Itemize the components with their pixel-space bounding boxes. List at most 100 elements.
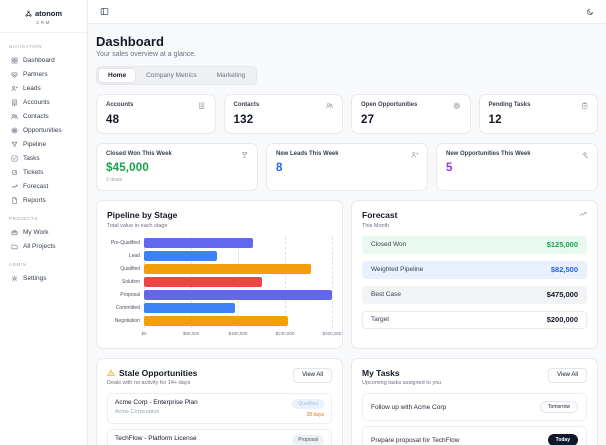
axis-tick-label: $80,000 <box>182 330 200 336</box>
warning-icon <box>107 369 115 377</box>
stat-label: Contacts <box>233 102 260 108</box>
sidebar-item-forecast[interactable]: Forecast <box>9 179 78 193</box>
stats-row: Accounts 48 Contacts 132 Open Opportunities 2… <box>96 94 598 134</box>
sidebar-item-pipeline[interactable]: Pipeline <box>9 137 78 151</box>
stat-card-header: Pending Tasks <box>489 102 589 110</box>
sidebar-item-label: Settings <box>23 274 47 282</box>
sidebar-item-accounts[interactable]: Accounts <box>9 95 78 109</box>
stale-item-title: TechFlow - Platform License <box>115 434 197 442</box>
sidebar-item-dashboard[interactable]: Dashboard <box>9 53 78 67</box>
sidebar-item-partners[interactable]: Partners <box>9 67 78 81</box>
forecast-row-value: $475,000 <box>546 290 578 299</box>
sidebar-section: Navigation Dashboard Partners Leads Accounts… <box>9 44 78 207</box>
sidebar-section: Projects My Work All Projects <box>9 216 78 253</box>
tab-marketing[interactable]: Marketing <box>208 69 255 82</box>
tab-company-metrics[interactable]: Company Metrics <box>137 69 206 82</box>
users-icon <box>11 113 18 120</box>
handshake-icon <box>11 71 18 78</box>
sidebar-item-label: Tasks <box>23 154 40 162</box>
stage-badge: Qualified <box>292 399 324 409</box>
stat-label: Closed Won This Week <box>106 150 172 157</box>
stat-label: Pending Tasks <box>488 102 531 108</box>
week-stats-row: Closed Won This Week $45,000 3 deals New Le… <box>96 142 598 191</box>
chart-bar-row <box>144 315 332 328</box>
sidebar-item-tasks[interactable]: Tasks <box>9 151 78 165</box>
theme-toggle-icon[interactable] <box>584 6 596 18</box>
forecast-title: Forecast <box>362 210 398 220</box>
stale-item-meta: Qualified 28 days <box>292 399 324 418</box>
target-icon <box>11 127 18 134</box>
sidebar-item-leads[interactable]: Leads <box>9 81 78 95</box>
stat-value: 8 <box>276 162 283 174</box>
tasks-view-all-button[interactable]: View All <box>548 367 587 383</box>
logo: atonom CRM <box>0 0 87 33</box>
sidebar-item-all-projects[interactable]: All Projects <box>9 239 78 253</box>
task-item[interactable]: Prepare proposal for TechFlow Today <box>362 426 587 445</box>
stat-label: Open Opportunities <box>361 102 418 108</box>
building-icon <box>11 99 18 106</box>
sidebar-item-contacts[interactable]: Contacts <box>9 109 78 123</box>
trend-up-icon <box>11 183 18 190</box>
ticket-icon <box>11 169 18 176</box>
folder-icon <box>11 243 18 250</box>
axis-tick-label: $160,000 <box>228 330 248 336</box>
grid-icon <box>11 57 18 64</box>
forecast-rows: Closed Won $125,000 Weighted Pipeline $82,5… <box>362 235 587 329</box>
forecast-row-closed-won: Closed Won $125,000 <box>362 235 587 254</box>
forecast-row-label: Target <box>371 316 390 323</box>
stale-item[interactable]: TechFlow - Platform LicenseTechFlow Solu… <box>107 428 332 445</box>
sidebar-item-tickets[interactable]: Tickets <box>9 165 78 179</box>
stat-card-new-opportunities-this-week: New Opportunities This Week 5 <box>436 142 598 191</box>
stale-title: Stale Opportunities <box>119 367 198 378</box>
user-plus-icon <box>11 85 18 92</box>
chart-category-label: Negotiation <box>114 318 140 324</box>
chart-bar-row <box>144 276 332 289</box>
sidebar-item-reports[interactable]: Reports <box>9 193 78 207</box>
forecast-row-value: $82,500 <box>550 265 578 274</box>
app-window: atonom CRM Navigation Dashboard Partners Le… <box>0 0 606 445</box>
stat-label: New Opportunities This Week <box>446 150 531 157</box>
pipeline-bar-lead <box>144 251 218 261</box>
charts-row: Pipeline by Stage Total value in each st… <box>96 200 598 349</box>
stale-item[interactable]: Acme Corp - Enterprise Plan Acme Corporat… <box>107 393 332 424</box>
warning-icon <box>107 369 115 377</box>
user-plus-icon <box>411 151 418 159</box>
sidebar-item-opportunities[interactable]: Opportunities <box>9 123 78 137</box>
stat-card-open-opportunities: Open Opportunities 27 <box>351 94 471 134</box>
stat-card-new-leads-this-week: New Leads This Week 8 <box>266 142 428 191</box>
stat-value: 12 <box>488 113 502 126</box>
sidebar-item-settings[interactable]: Settings <box>9 271 78 285</box>
stat-card-accounts: Accounts 48 <box>96 94 216 134</box>
task-due-badge: Tomorrow <box>540 401 578 413</box>
main-area: Dashboard Your sales overview at a glanc… <box>88 0 606 445</box>
stat-subtext: 3 deals <box>106 177 123 183</box>
sidebar-item-my-work[interactable]: My Work <box>9 225 78 239</box>
topbar <box>88 0 606 24</box>
pipeline-bar-solution <box>144 277 262 287</box>
stale-item-company: Acme Corporation <box>115 409 160 415</box>
nodes-icon <box>25 10 32 17</box>
chart-category-labels: Pre-Qualified Lead Qualified Solution Propos… <box>107 237 144 328</box>
file-icon <box>11 196 18 204</box>
chart-category-label: Committed <box>115 305 140 311</box>
logo-name: atonom <box>34 9 63 18</box>
chart-category-label: Proposal <box>120 292 140 298</box>
sidebar-toggle-icon[interactable] <box>98 5 111 18</box>
stale-view-all-button[interactable]: View All <box>293 367 332 383</box>
tab-home[interactable]: Home <box>99 69 136 82</box>
pipeline-title: Pipeline by Stage <box>107 210 178 220</box>
sidebar-item-label: Leads <box>23 84 41 92</box>
sidebar-item-label: Partners <box>23 70 48 78</box>
axis-tick-label: $320,000 <box>322 330 342 336</box>
target-icon <box>453 102 461 110</box>
stat-label: Accounts <box>106 102 134 108</box>
sidebar-section: Admin Settings <box>9 262 78 285</box>
forecast-subtitle: This Month <box>362 222 390 229</box>
stale-list: Acme Corp - Enterprise Plan Acme Corporat… <box>107 393 332 445</box>
chart-category-label: Lead <box>128 253 140 259</box>
task-item[interactable]: Follow up with Acme Corp Tomorrow <box>362 393 587 421</box>
stat-value: 5 <box>446 162 453 174</box>
building-icon <box>198 102 206 110</box>
tab-bar: Home Company Metrics Marketing <box>96 66 258 85</box>
chart-bar-row <box>144 250 332 263</box>
